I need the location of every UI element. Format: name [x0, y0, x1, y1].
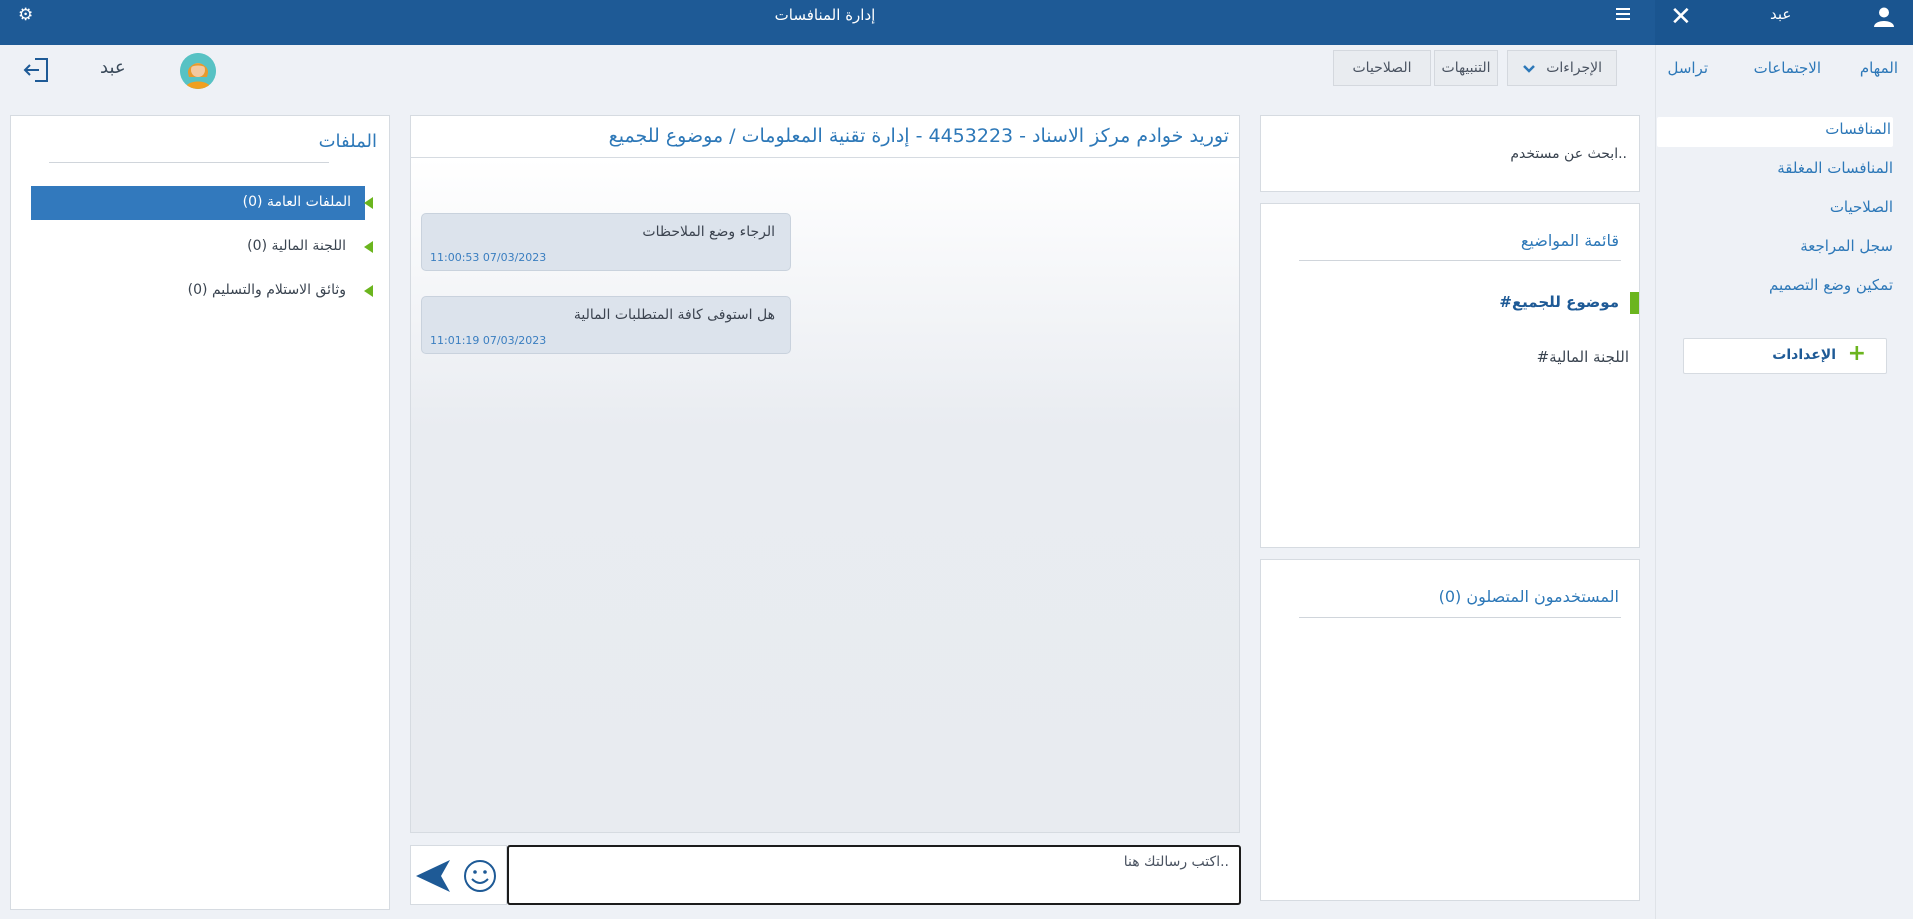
- message-input-placeholder: اكتب رسالتك هنا..: [1123, 854, 1229, 870]
- file-folder-finance[interactable]: اللجنة المالية (0): [31, 230, 373, 264]
- emoji-icon[interactable]: [463, 859, 497, 893]
- chat-messages: الرجاء وضع الملاحظات 11:00:53 07/03/2023…: [411, 157, 1239, 832]
- close-icon[interactable]: ✕: [1670, 3, 1692, 31]
- file-folder-general[interactable]: الملفات العامة (0): [31, 186, 373, 220]
- message-time: 11:00:53 07/03/2023: [430, 251, 547, 264]
- tab-messaging[interactable]: تراسل: [1667, 59, 1708, 77]
- topics-panel: قائمة المواضيع #موضوع للجميع #اللجنة الم…: [1260, 203, 1640, 548]
- user-search-input[interactable]: ابحث عن مستخدم..: [1510, 146, 1627, 162]
- send-controls: [410, 845, 507, 905]
- divider: [1299, 260, 1621, 261]
- file-folder-label: اللجنة المالية (0): [247, 238, 346, 254]
- gear-icon[interactable]: ⚙: [18, 5, 33, 25]
- tab-tasks[interactable]: المهام: [1860, 59, 1898, 77]
- settings-button[interactable]: الإعدادات +: [1683, 338, 1887, 374]
- menu-icon[interactable]: [1612, 5, 1634, 25]
- connected-users-panel: المستخدمون المتصلون (0): [1260, 559, 1640, 901]
- chat-panel: توريد خوادم مركز الاسناد - 4453223 - إدا…: [410, 115, 1240, 833]
- divider: [1299, 617, 1621, 618]
- divider: [49, 162, 329, 163]
- message-input[interactable]: اكتب رسالتك هنا..: [507, 845, 1241, 905]
- message-time: 11:01:19 07/03/2023: [430, 334, 547, 347]
- actions-dropdown[interactable]: الإجراءات: [1507, 50, 1617, 86]
- file-folder-handover-documents[interactable]: وثائق الاستلام والتسليم (0): [31, 274, 373, 308]
- files-panel: الملفات الملفات العامة (0) اللجنة المالي…: [10, 115, 390, 910]
- sidebar-item-closed-competitions[interactable]: المنافسات المغلقة: [1777, 159, 1893, 177]
- app-title: إدارة المنافسات: [774, 6, 876, 24]
- topics-title: قائمة المواضيع: [1520, 231, 1619, 250]
- message-text: هل استوفى كافة المتطلبات المالية: [573, 307, 775, 323]
- alerts-button[interactable]: التنبيهات: [1434, 50, 1498, 86]
- chevron-down-icon: [1523, 65, 1535, 73]
- topic-item-all[interactable]: #موضوع للجميع: [1499, 293, 1619, 311]
- settings-label: الإعدادات: [1772, 347, 1836, 363]
- message-text: الرجاء وضع الملاحظات: [642, 224, 775, 240]
- files-title: الملفات: [318, 131, 377, 152]
- expand-arrow-icon: [364, 197, 373, 209]
- user-icon[interactable]: [1873, 6, 1895, 28]
- plus-icon: +: [1847, 341, 1866, 366]
- tab-meetings[interactable]: الاجتماعات: [1754, 59, 1821, 77]
- expand-arrow-icon: [364, 285, 373, 297]
- permissions-button[interactable]: الصلاحيات: [1333, 50, 1431, 86]
- chat-message: هل استوفى كافة المتطلبات المالية 11:01:1…: [421, 296, 791, 354]
- send-icon[interactable]: [415, 859, 451, 893]
- sidebar-item-design-mode[interactable]: تمكين وضع التصميم: [1769, 276, 1893, 294]
- active-topic-marker: [1630, 292, 1639, 314]
- avatar-image: [180, 53, 216, 89]
- topic-item-finance[interactable]: #اللجنة المالية: [1537, 348, 1629, 366]
- logout-icon[interactable]: [22, 56, 50, 84]
- actions-label: الإجراءات: [1546, 60, 1602, 76]
- chat-message: الرجاء وضع الملاحظات 11:00:53 07/03/2023: [421, 213, 791, 271]
- sidebar-item-audit-log[interactable]: سجل المراجعة: [1800, 237, 1893, 255]
- file-folder-label: وثائق الاستلام والتسليم (0): [187, 282, 346, 298]
- chat-title: توريد خوادم مركز الاسناد - 4453223 - إدا…: [608, 125, 1229, 147]
- sidebar-item-permissions[interactable]: الصلاحيات: [1830, 198, 1893, 216]
- user-search-panel: ابحث عن مستخدم..: [1260, 115, 1640, 192]
- connected-users-title: المستخدمون المتصلون (0): [1438, 587, 1619, 606]
- sidebar-user-name: عبد: [1770, 5, 1792, 23]
- sidebar-item-competitions[interactable]: المنافسات: [1825, 120, 1891, 138]
- file-folder-label: الملفات العامة (0): [242, 194, 351, 210]
- avatar[interactable]: [180, 53, 216, 89]
- expand-arrow-icon: [364, 241, 373, 253]
- toolbar-user-name: عبد: [100, 57, 126, 78]
